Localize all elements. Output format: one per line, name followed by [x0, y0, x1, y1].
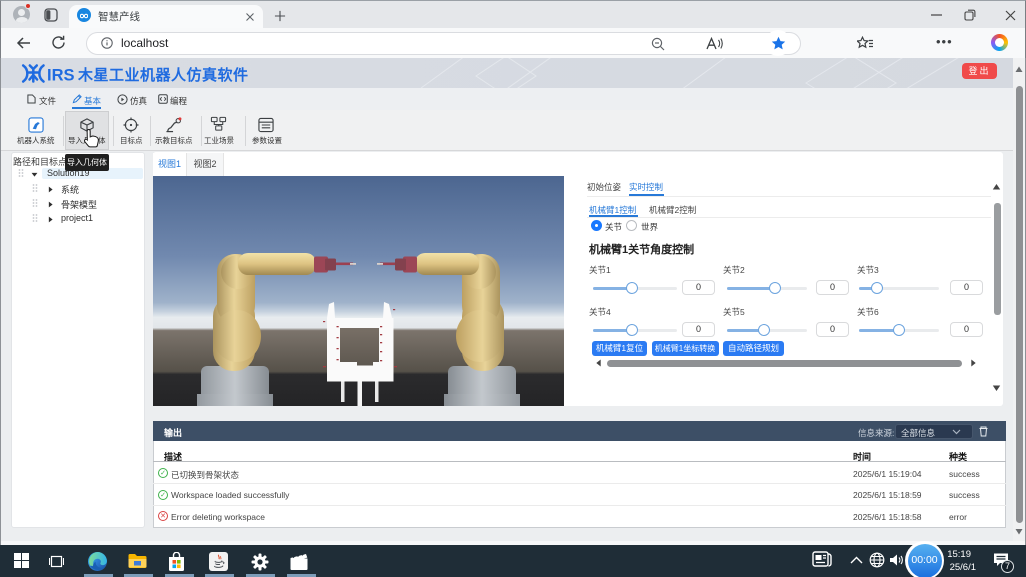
svg-text:IRS: IRS [47, 67, 75, 85]
